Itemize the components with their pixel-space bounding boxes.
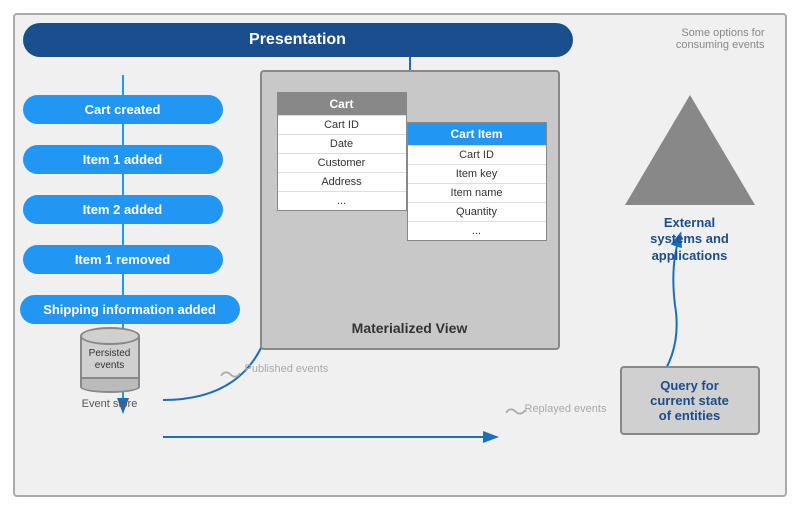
event-pill-item1-added: Item 1 added bbox=[23, 145, 223, 174]
cart-row-0: Cart ID bbox=[278, 115, 406, 134]
cart-row-4: ... bbox=[278, 191, 406, 210]
materialized-view-box: Cart Cart ID Date Customer Address ... C… bbox=[260, 70, 560, 350]
event-pill-item1-removed: Item 1 removed bbox=[23, 245, 223, 274]
cart-item-row-4: ... bbox=[408, 221, 546, 240]
cart-row-1: Date bbox=[278, 134, 406, 153]
presentation-header: Presentation bbox=[23, 23, 573, 57]
triangle-icon bbox=[625, 95, 755, 205]
event-pill-cart-created: Cart created bbox=[23, 95, 223, 124]
cart-row-2: Customer bbox=[278, 153, 406, 172]
event-pill-shipping-added: Shipping information added bbox=[20, 295, 240, 324]
cart-item-row-3: Quantity bbox=[408, 202, 546, 221]
cylinder-label: Persisted events bbox=[89, 348, 131, 372]
materialized-view-label: Materialized View bbox=[262, 320, 558, 336]
cart-item-row-2: Item name bbox=[408, 183, 546, 202]
event-pill-item2-added: Item 2 added bbox=[23, 195, 223, 224]
cart-item-table: Cart Item Cart ID Item key Item name Qua… bbox=[407, 122, 547, 241]
query-box: Query for current state of entities bbox=[620, 366, 760, 435]
cart-table-header: Cart bbox=[278, 93, 406, 115]
wave-icon-published: 〜 bbox=[220, 358, 242, 390]
cart-table: Cart Cart ID Date Customer Address ... bbox=[277, 92, 407, 211]
replayed-events-label: Replayed events bbox=[525, 403, 607, 415]
cart-item-row-0: Cart ID bbox=[408, 145, 546, 164]
event-store-container: Persisted events Event store bbox=[80, 333, 140, 410]
event-store-label: Event store bbox=[82, 398, 138, 410]
cart-item-table-header: Cart Item bbox=[408, 123, 546, 145]
external-systems-container: External systems and applications bbox=[625, 95, 755, 266]
cart-row-3: Address bbox=[278, 172, 406, 191]
external-systems-label: External systems and applications bbox=[650, 215, 729, 266]
cylinder-icon: Persisted events bbox=[80, 333, 140, 388]
main-box: Some options for consuming events Presen… bbox=[13, 13, 787, 497]
diagram-container: Some options for consuming events Presen… bbox=[5, 5, 795, 505]
options-text: Some options for consuming events bbox=[676, 27, 765, 51]
published-events-label: Published events bbox=[245, 363, 329, 375]
wave-icon-replayed: 〜 bbox=[505, 395, 527, 427]
cart-item-row-1: Item key bbox=[408, 164, 546, 183]
